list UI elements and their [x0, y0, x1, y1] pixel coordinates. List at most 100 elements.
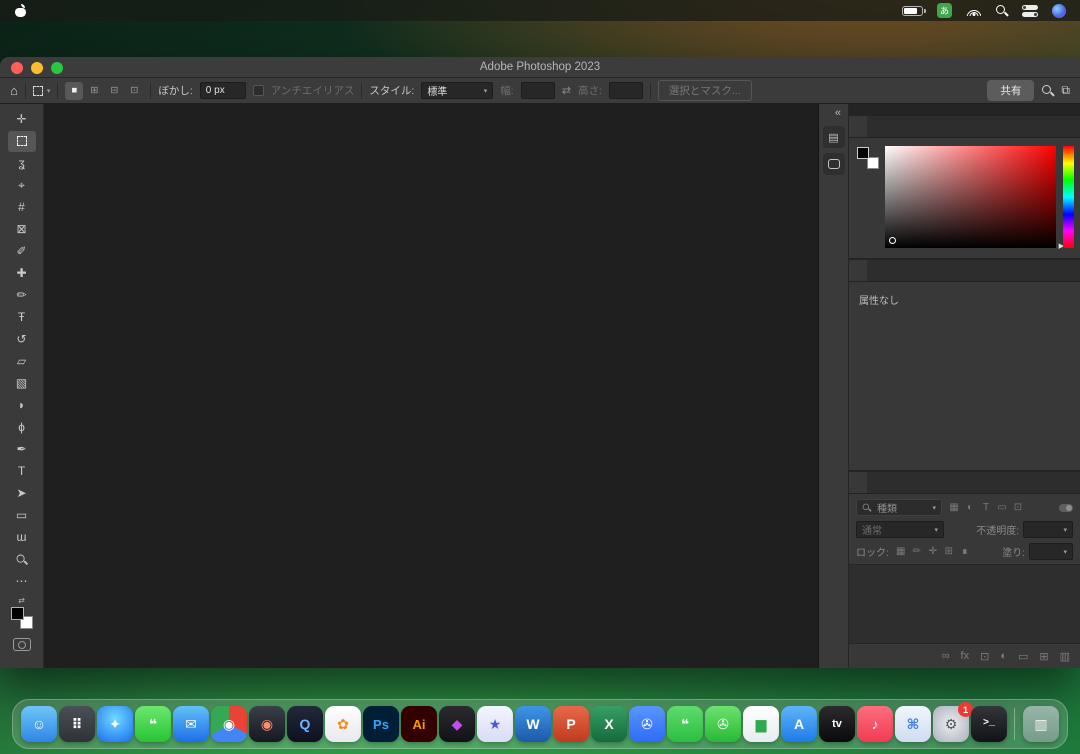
dock-dev-app[interactable]: ⌘ — [895, 706, 931, 742]
link-layers-icon[interactable]: ∞ — [942, 650, 950, 662]
new-layer-icon[interactable]: ⊞ — [1039, 650, 1048, 663]
spotlight-search-icon[interactable] — [995, 4, 1008, 17]
dock-excel[interactable]: X — [591, 706, 627, 742]
adjustment-layer-icon[interactable]: ◐ — [1000, 650, 1007, 662]
dock-trash[interactable]: ▥ — [1023, 706, 1059, 742]
apple-menu-icon[interactable] — [14, 4, 27, 18]
dock-word[interactable]: W — [515, 706, 551, 742]
tab-color[interactable] — [849, 116, 867, 137]
minimize-button[interactable] — [31, 62, 43, 74]
move-tool[interactable]: ✛ — [8, 109, 36, 130]
window-titlebar[interactable]: Adobe Photoshop 2023 — [0, 57, 1080, 78]
swap-width-height-icon[interactable]: ⇄ — [562, 84, 571, 97]
tab-gradients[interactable] — [885, 116, 903, 137]
search-icon[interactable] — [1041, 84, 1054, 97]
saturation-brightness-field[interactable] — [885, 146, 1056, 248]
dock-app-store[interactable]: A — [781, 706, 817, 742]
blend-mode-dropdown[interactable]: 通常 ▾ — [856, 521, 944, 538]
filter-type-layers-icon[interactable]: T — [978, 500, 994, 515]
dock-launchpad[interactable]: ⠿ — [59, 706, 95, 742]
hand-tool[interactable]: ɯ — [8, 527, 36, 548]
dock-zoom[interactable]: ✇ — [629, 706, 665, 742]
dock-tv[interactable]: tv — [819, 706, 855, 742]
arrange-documents-icon[interactable]: ⧉ — [1061, 83, 1070, 98]
path-selection-tool[interactable]: ➤ — [8, 483, 36, 504]
type-tool[interactable]: T — [8, 461, 36, 482]
dock-final-cut-pro[interactable]: ◆ — [439, 706, 475, 742]
panel-color-swatches[interactable] — [857, 147, 879, 169]
dock-numbers[interactable]: ▆ — [743, 706, 779, 742]
frame-tool[interactable]: ⊠ — [8, 219, 36, 240]
width-input[interactable] — [521, 82, 555, 99]
input-source-icon[interactable]: あ — [937, 3, 952, 18]
dock-photo-booth[interactable]: ◉ — [249, 706, 285, 742]
dock-star-app[interactable]: ★ — [477, 706, 513, 742]
layer-mask-icon[interactable]: ⊡ — [980, 650, 989, 663]
tab-properties[interactable] — [849, 260, 867, 281]
dock-photoshop[interactable]: Ps — [363, 706, 399, 742]
color-cursor[interactable] — [889, 237, 896, 244]
dock-illustrator[interactable]: Ai — [401, 706, 437, 742]
tab-cc-libraries[interactable] — [885, 260, 903, 281]
new-selection-mode[interactable]: ■ — [65, 82, 83, 100]
dock-settings[interactable]: ⚙ 1 — [933, 706, 969, 742]
rectangular-marquee-tool[interactable] — [8, 131, 36, 152]
intersect-selection-mode[interactable]: ⊡ — [125, 82, 143, 100]
collapse-panels-icon[interactable]: « — [835, 107, 841, 119]
add-to-selection-mode[interactable]: ⊞ — [85, 82, 103, 100]
delete-layer-icon[interactable]: ▥ — [1060, 650, 1070, 663]
comments-panel-icon[interactable] — [823, 153, 845, 175]
zoom-tool[interactable] — [8, 549, 36, 570]
antialias-checkbox[interactable] — [253, 85, 264, 96]
lasso-tool[interactable]: ʓ — [8, 153, 36, 174]
siri-icon[interactable] — [1052, 4, 1066, 18]
dock-line[interactable]: ❝ — [667, 706, 703, 742]
eyedropper-tool[interactable]: ✐ — [8, 241, 36, 262]
crop-tool[interactable]: # — [8, 197, 36, 218]
tab-adjustments[interactable] — [867, 260, 885, 281]
dock-photos[interactable]: ✿ — [325, 706, 361, 742]
style-dropdown[interactable]: 標準 ▾ — [421, 82, 493, 99]
layers-list[interactable] — [849, 564, 1080, 644]
object-selection-tool[interactable]: ⌖ — [8, 175, 36, 196]
filter-smart-objects-icon[interactable]: ⊡ — [1010, 500, 1026, 515]
opacity-input[interactable]: ▾ — [1023, 521, 1073, 538]
lock-transparent-pixels-icon[interactable]: ▦ — [893, 544, 909, 559]
height-input[interactable] — [609, 82, 643, 99]
share-button[interactable]: 共有 — [987, 80, 1034, 101]
wifi-icon[interactable] — [966, 5, 981, 16]
history-brush-tool[interactable]: ↺ — [8, 329, 36, 350]
healing-brush-tool[interactable]: ✚ — [8, 263, 36, 284]
dock-quicktime[interactable]: Q — [287, 706, 323, 742]
lock-image-pixels-icon[interactable]: ✏ — [909, 544, 925, 559]
dock-chrome[interactable]: ◉ — [211, 706, 247, 742]
dock-terminal[interactable]: >_ — [971, 706, 1007, 742]
tab-paths[interactable] — [885, 472, 903, 493]
history-panel-icon[interactable]: ▤ — [823, 126, 845, 148]
layer-filter-toggle[interactable] — [1059, 504, 1073, 512]
tab-patterns[interactable] — [903, 116, 921, 137]
pen-tool[interactable]: ✒ — [8, 439, 36, 460]
quick-mask-button[interactable] — [13, 638, 31, 651]
control-center-icon[interactable] — [1022, 5, 1038, 17]
canvas-area[interactable] — [44, 104, 819, 668]
hue-slider[interactable] — [1063, 146, 1074, 248]
dock-finder[interactable]: ☺ — [21, 706, 57, 742]
lock-position-icon[interactable]: ✛ — [925, 544, 941, 559]
home-icon[interactable]: ⌂ — [10, 83, 18, 98]
lock-artboard-icon[interactable]: ⊞ — [941, 544, 957, 559]
dock-safari[interactable]: ✦ — [97, 706, 133, 742]
filter-shape-layers-icon[interactable]: ▭ — [994, 500, 1010, 515]
new-group-icon[interactable]: ▭ — [1018, 650, 1028, 663]
edit-toolbar[interactable]: ⋯ — [8, 571, 36, 592]
filter-pixel-layers-icon[interactable]: ▦ — [946, 500, 962, 515]
subtract-from-selection-mode[interactable]: ⊟ — [105, 82, 123, 100]
swap-colors-icon[interactable]: ⇄ — [18, 596, 25, 605]
feather-input[interactable]: 0 px — [200, 82, 246, 99]
dock-powerpoint[interactable]: P — [553, 706, 589, 742]
tab-channels[interactable] — [867, 472, 885, 493]
lock-all-icon[interactable]: ∎ — [957, 544, 973, 559]
tool-preset-picker[interactable]: ▾ — [33, 86, 51, 96]
tab-swatches[interactable] — [867, 116, 885, 137]
dodge-tool[interactable]: ɸ — [8, 417, 36, 438]
